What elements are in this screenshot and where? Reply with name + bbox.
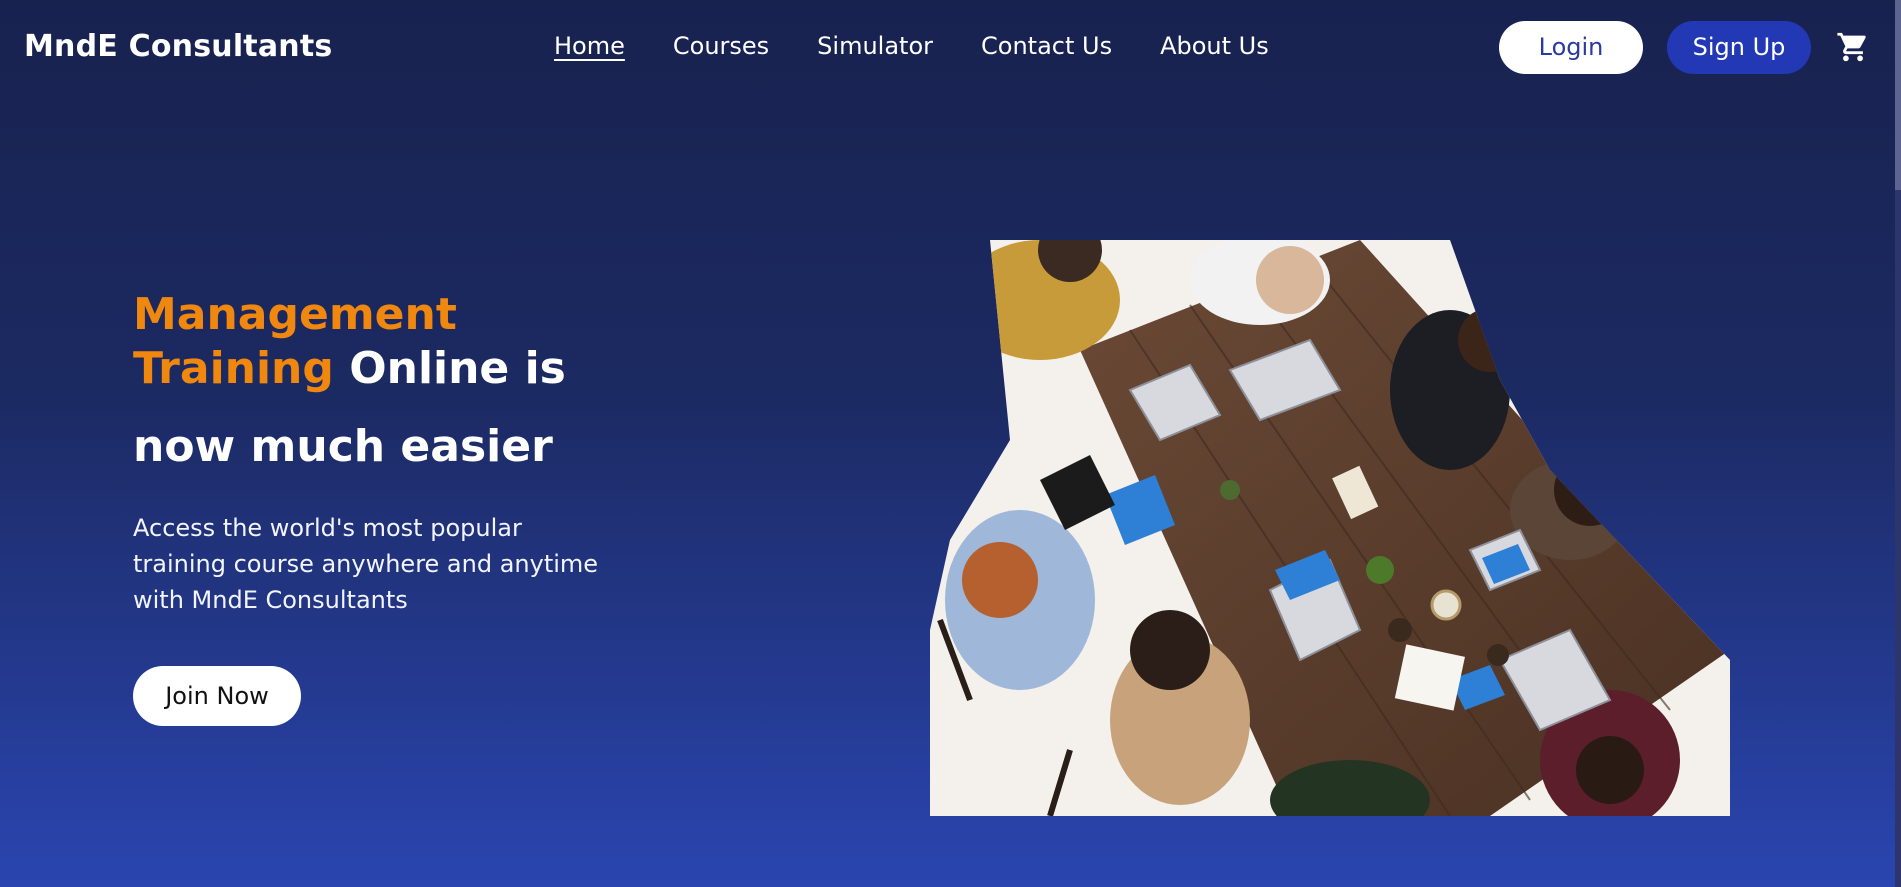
site-logo[interactable]: MndE Consultants <box>24 29 332 64</box>
hero-title: Management Training Online is now much e… <box>133 288 653 474</box>
nav-home[interactable]: Home <box>554 32 625 60</box>
hero-title-training: Training <box>133 343 334 394</box>
hero-description: Access the world's most popular training… <box>133 514 599 614</box>
nav-courses[interactable]: Courses <box>673 32 769 60</box>
shopping-cart-icon[interactable] <box>1836 30 1870 64</box>
nav-contact-us[interactable]: Contact Us <box>981 32 1112 60</box>
page-scrollbar-thumb[interactable] <box>1895 0 1901 190</box>
nav-simulator[interactable]: Simulator <box>817 32 933 60</box>
main-nav: Home Courses Simulator Contact Us About … <box>554 32 1317 60</box>
hero-title-line-3: now much easier <box>133 421 553 472</box>
join-now-button[interactable]: Join Now <box>133 666 301 726</box>
nav-about-us[interactable]: About Us <box>1160 32 1269 60</box>
signup-button[interactable]: Sign Up <box>1667 21 1811 74</box>
hero-title-online: Online is <box>333 343 566 394</box>
login-button[interactable]: Login <box>1499 21 1643 74</box>
team-meeting-photo <box>930 240 1730 816</box>
top-navbar: MndE Consultants Home Courses Simulator … <box>0 0 1901 96</box>
hero-title-line-1: Management <box>133 289 457 340</box>
hero-title-line-2: Training Online is <box>133 342 653 396</box>
